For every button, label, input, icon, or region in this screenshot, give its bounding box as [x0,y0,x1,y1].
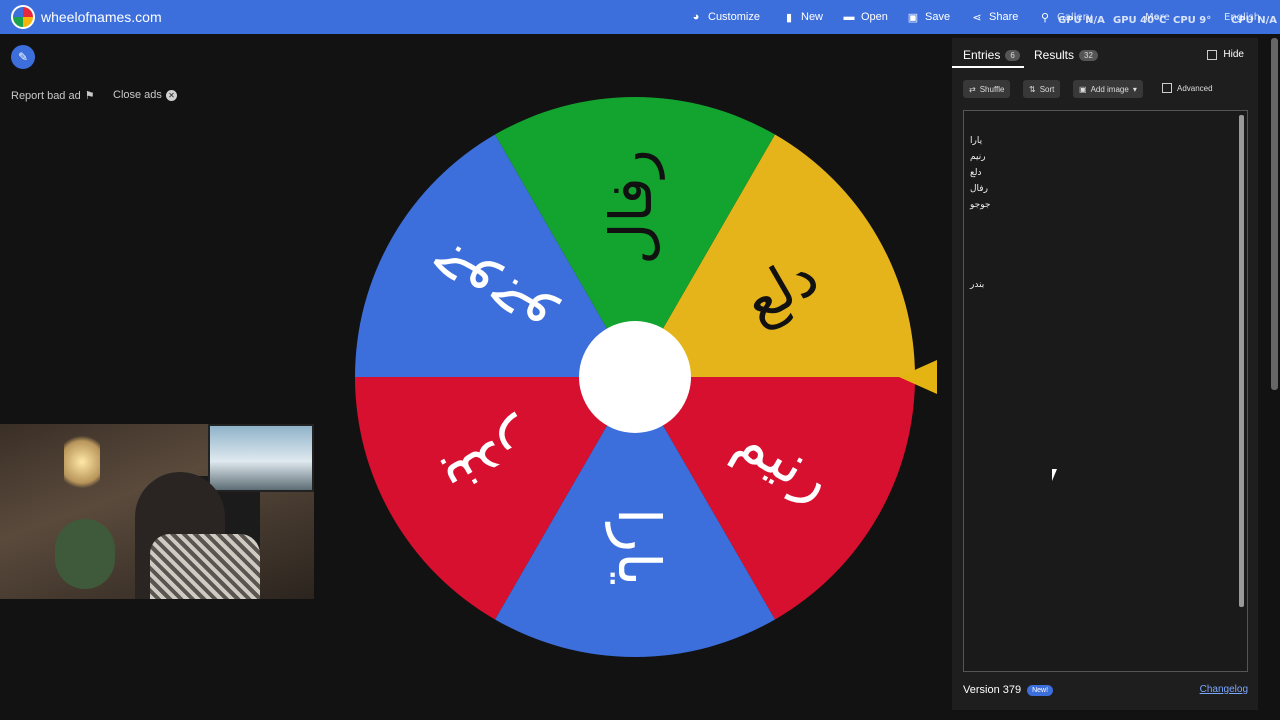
page-scrollbar[interactable] [1271,38,1278,390]
file-icon: ▮ [785,11,793,24]
advanced-toggle[interactable]: Advanced [1162,83,1213,93]
top-bar: wheelofnames.com ◕ Customize ▮ New ▬ Ope… [0,0,1280,34]
plant-shape [55,519,115,589]
add-image-button[interactable]: ▣ Add image ▾ [1073,80,1143,98]
entries-tab-label: Entries [963,48,1001,62]
entry-line: رنيم [970,152,986,162]
folder-icon: ▬ [843,11,855,23]
hide-toggle[interactable]: Hide [1207,49,1244,60]
edit-pencil-button[interactable]: ✎ [11,45,35,69]
wheel-logo-icon[interactable] [11,5,35,29]
save-label: Save [925,11,951,23]
search-icon: ⚲ [1040,11,1050,24]
wheel-pointer [899,360,937,394]
entry-line: جوجو [970,200,991,210]
entry-line: بندر [970,280,985,290]
hide-checkbox[interactable] [1207,49,1218,60]
open-label: Open [861,11,888,23]
entries-textarea[interactable]: يارا رنيم دلع رفال جوجو بندر [963,110,1248,672]
wheel-segment-label: رفال [597,149,665,265]
results-count-badge: 32 [1079,49,1098,61]
sort-label: Sort [1039,84,1055,94]
advanced-checkbox[interactable] [1162,83,1172,93]
webcam-overlay [0,424,314,599]
mouse-cursor [1052,469,1057,481]
report-bad-ad-label: Report bad ad [11,89,81,102]
results-tab-label: Results [1034,48,1075,62]
save-icon: ▣ [907,11,919,24]
hide-label: Hide [1223,49,1244,60]
tab-results[interactable]: Results 32 [1034,48,1098,62]
new-label: New [801,11,824,23]
entry-line: يارا [970,136,983,146]
chevron-down-icon: ▾ [1132,84,1137,94]
wheel[interactable]: دلع رنيم يارا بندر جوجو رفال [355,96,915,658]
image-icon: ▣ [1079,84,1087,94]
changelog-link[interactable]: Changelog [1200,684,1248,695]
pencil-icon: ✎ [17,50,29,64]
close-icon: ✕ [165,89,177,101]
version-info: Version 379 New! [963,684,1054,696]
site-name[interactable]: wheelofnames.com [41,9,162,25]
new-badge: New! [1027,684,1054,696]
advanced-label: Advanced [1177,83,1213,93]
wheel-svg[interactable]: دلعرنيميارابندرجوجورفال [355,96,915,658]
report-bad-ad-link[interactable]: Report bad ad ⚑ [11,89,95,103]
wheel-segment-label: يارا [605,508,673,586]
open-button[interactable]: ▬ Open [843,0,888,34]
lamp-shape [64,432,100,492]
panel-tabs: Entries 6 Results 32 Hide [952,38,1258,68]
sort-icon: ⇅ [1029,84,1036,94]
close-ads-label: Close ads [113,89,162,101]
sort-button[interactable]: ⇅ Sort [1023,80,1061,98]
shuffle-label: Shuffle [979,84,1005,94]
flag-icon: ⚑ [84,90,95,102]
shirt-shape [150,534,260,599]
entries-panel: Entries 6 Results 32 Hide ⇄ Shuffle ⇅ So… [952,38,1258,710]
close-ads-link[interactable]: Close ads ✕ [113,89,177,101]
new-button[interactable]: ▮ New [783,0,823,34]
entries-toolbar: ⇄ Shuffle ⇅ Sort ▣ Add image ▾ Advanced [952,80,1258,98]
entry-line: رفال [970,184,988,194]
version-label: Version 379 [963,684,1022,696]
wheel-center-button[interactable] [579,321,691,433]
share-icon: ⋖ [972,11,982,24]
entry-line: دلع [970,168,982,178]
shuffle-button[interactable]: ⇄ Shuffle [963,80,1011,98]
gpu-stat-1: GPU N/A [1058,15,1105,26]
cpu-stat-1: CPU 9° [1173,15,1212,26]
gpu-stat-2: GPU 40°C [1113,15,1167,26]
entries-count-badge: 6 [1005,49,1020,61]
cpu-stat-2: CPU N/A [1231,15,1278,26]
tab-entries[interactable]: Entries 6 [963,48,1020,62]
palette-icon: ◕ [692,11,700,23]
add-image-label: Add image [1090,84,1129,94]
shuffle-icon: ⇄ [969,84,976,94]
gallery-button[interactable]: ⚲ [1039,0,1051,34]
customize-button[interactable]: ◕ Customize [690,0,760,34]
share-button[interactable]: ⋖ Share [971,0,1018,34]
entries-scrollbar[interactable] [1239,115,1244,607]
active-tab-indicator [952,66,1024,68]
customize-label: Customize [708,11,760,23]
save-button[interactable]: ▣ Save [907,0,950,34]
share-label: Share [989,11,1019,23]
monitor-shape [208,424,314,492]
